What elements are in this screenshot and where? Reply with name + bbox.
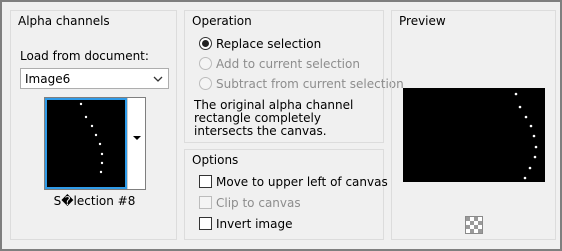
- thumb-dot: [84, 115, 88, 119]
- preview-dot: [514, 92, 518, 96]
- preview-dot: [533, 155, 537, 159]
- preview-dot: [518, 105, 522, 109]
- checkbox-label: Move to upper left of canvas: [216, 175, 388, 189]
- thumb-dot: [99, 170, 103, 174]
- preview-dot: [529, 124, 533, 128]
- preview-dot: [534, 145, 538, 149]
- alpha-channels-group: Alpha channels Load from document: Image…: [10, 10, 177, 240]
- thumb-dot: [94, 133, 98, 137]
- operation-group: Operation Replace selection Add to curre…: [184, 10, 404, 143]
- preview-image: [514, 92, 538, 180]
- checkbox-label: Invert image: [216, 217, 293, 231]
- preview-dot: [523, 176, 527, 180]
- options-group: Options Move to upper left of canvas Cli…: [184, 149, 388, 240]
- thumb-dot: [98, 142, 102, 146]
- document-select[interactable]: Image6: [20, 68, 169, 89]
- document-select-value: Image6: [25, 72, 71, 86]
- radio-label: Replace selection: [216, 37, 322, 51]
- load-alpha-channel-dialog: Alpha channels Load from document: Image…: [0, 0, 562, 251]
- checkbox[interactable]: [199, 175, 212, 188]
- preview-group: Preview: [391, 10, 556, 240]
- load-from-document-label: Load from document:: [20, 49, 149, 63]
- chevron-down-icon: [153, 76, 163, 82]
- triangle-down-icon: [133, 136, 141, 140]
- options-title: Options: [192, 153, 239, 167]
- radio-button[interactable]: [199, 37, 212, 50]
- alpha-channel-thumbnail-list[interactable]: [44, 97, 146, 190]
- selection-name-label: S�lection #8: [53, 194, 136, 208]
- operation-title: Operation: [192, 14, 252, 28]
- checkerboard-icon[interactable]: [465, 216, 483, 234]
- thumb-dot: [100, 152, 104, 156]
- thumb-dot: [100, 161, 104, 165]
- alpha-channel-thumbnail-selected[interactable]: [45, 98, 127, 189]
- checkbox[interactable]: [199, 196, 212, 209]
- radio-label: Subtract from current selection: [216, 77, 404, 91]
- preview-dot: [532, 134, 536, 138]
- radio-label: Add to current selection: [216, 57, 360, 71]
- checkerboard-pattern: [466, 217, 482, 233]
- thumb-dot: [79, 102, 83, 106]
- preview-title: Preview: [399, 14, 446, 28]
- preview-dot: [524, 115, 528, 119]
- thumbnail-dropdown-button[interactable]: [127, 98, 145, 189]
- checkbox-label: Clip to canvas: [216, 196, 301, 210]
- operation-description: The original alpha channel rectangle com…: [194, 98, 354, 138]
- radio-button[interactable]: [199, 77, 212, 90]
- preview-canvas: [403, 88, 545, 182]
- thumbnail-image: [79, 102, 104, 174]
- checkbox[interactable]: [199, 217, 212, 230]
- alpha-channels-title: Alpha channels: [18, 14, 110, 28]
- radio-button[interactable]: [199, 57, 212, 70]
- thumb-dot: [90, 124, 94, 128]
- preview-dot: [528, 166, 532, 170]
